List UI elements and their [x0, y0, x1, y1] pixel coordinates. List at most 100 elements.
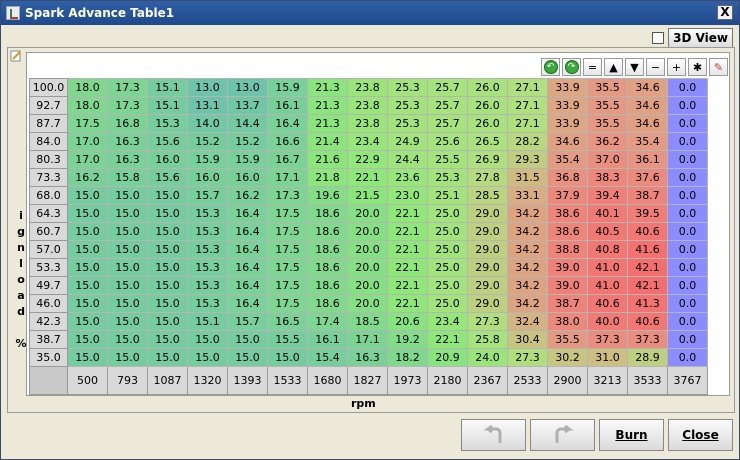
table-cell[interactable]: 18.5 — [347, 312, 388, 331]
table-cell[interactable]: 17.5 — [267, 258, 308, 277]
table-cell[interactable]: 19.2 — [387, 330, 428, 349]
table-cell[interactable]: 41.0 — [587, 276, 628, 295]
title-bar[interactable]: Spark Advance Table1 X — [1, 1, 739, 25]
table-cell[interactable]: 0.0 — [667, 240, 708, 259]
burn-button[interactable]: Burn — [599, 419, 664, 451]
table-cell[interactable]: 17.5 — [267, 240, 308, 259]
table-cell[interactable]: 13.0 — [227, 78, 268, 97]
table-cell[interactable]: 16.4 — [227, 222, 268, 241]
table-cell[interactable]: 27.3 — [507, 348, 548, 367]
table-cell[interactable]: 15.7 — [187, 186, 228, 205]
y-axis-bin[interactable]: 64.3 — [29, 204, 68, 223]
table-cell[interactable]: 25.0 — [427, 204, 468, 223]
table-cell[interactable]: 16.4 — [227, 258, 268, 277]
table-cell[interactable]: 34.2 — [507, 258, 548, 277]
table-cell[interactable]: 15.0 — [107, 258, 148, 277]
table-cell[interactable]: 21.3 — [307, 78, 348, 97]
table-cell[interactable]: 25.3 — [387, 78, 428, 97]
x-axis-bin[interactable]: 3767 — [667, 366, 708, 395]
table-cell[interactable]: 25.7 — [427, 78, 468, 97]
y-axis-bin[interactable]: 84.0 — [29, 132, 68, 151]
x-axis-bin[interactable]: 2367 — [467, 366, 508, 395]
color-edit-icon[interactable]: ✎ — [709, 58, 728, 76]
table-cell[interactable]: 15.3 — [187, 204, 228, 223]
table-cell[interactable]: 0.0 — [667, 330, 708, 349]
table-cell[interactable]: 20.6 — [387, 312, 428, 331]
table-cell[interactable]: 0.0 — [667, 294, 708, 313]
y-axis-bin[interactable]: 35.0 — [29, 348, 68, 367]
table-cell[interactable]: 15.6 — [147, 132, 188, 151]
table-cell[interactable]: 15.0 — [107, 330, 148, 349]
table-cell[interactable]: 14.4 — [227, 114, 268, 133]
table-cell[interactable]: 28.9 — [627, 348, 668, 367]
table-cell[interactable]: 20.0 — [347, 204, 388, 223]
table-cell[interactable]: 15.0 — [147, 276, 188, 295]
table-cell[interactable]: 0.0 — [667, 186, 708, 205]
table-cell[interactable]: 21.3 — [307, 114, 348, 133]
table-cell[interactable]: 0.0 — [667, 222, 708, 241]
table-cell[interactable]: 16.4 — [227, 204, 268, 223]
table-cell[interactable]: 23.6 — [387, 168, 428, 187]
table-cell[interactable]: 15.3 — [147, 114, 188, 133]
table-cell[interactable]: 36.8 — [547, 168, 588, 187]
table-cell[interactable]: 25.0 — [427, 276, 468, 295]
table-cell[interactable]: 15.0 — [107, 186, 148, 205]
table-cell[interactable]: 15.1 — [147, 96, 188, 115]
table-cell[interactable]: 0.0 — [667, 204, 708, 223]
close-window-button[interactable]: X — [717, 5, 733, 20]
table-cell[interactable]: 22.1 — [387, 258, 428, 277]
table-cell[interactable]: 26.5 — [467, 132, 508, 151]
table-cell[interactable]: 25.7 — [427, 96, 468, 115]
table-cell[interactable]: 15.2 — [187, 132, 228, 151]
table-cell[interactable]: 38.8 — [547, 240, 588, 259]
table-cell[interactable]: 18.6 — [307, 258, 348, 277]
table-cell[interactable]: 0.0 — [667, 78, 708, 97]
table-cell[interactable]: 38.3 — [587, 168, 628, 187]
table-cell[interactable]: 15.0 — [67, 348, 108, 367]
table-cell[interactable]: 15.0 — [107, 294, 148, 313]
table-cell[interactable]: 25.3 — [387, 96, 428, 115]
table-cell[interactable]: 17.5 — [267, 204, 308, 223]
table-cell[interactable]: 35.5 — [587, 114, 628, 133]
table-cell[interactable]: 17.3 — [107, 96, 148, 115]
table-cell[interactable]: 25.0 — [427, 222, 468, 241]
table-cell[interactable]: 29.0 — [467, 204, 508, 223]
table-cell[interactable]: 15.0 — [107, 276, 148, 295]
x-axis-bin[interactable]: 1087 — [147, 366, 188, 395]
table-cell[interactable]: 15.3 — [187, 222, 228, 241]
table-cell[interactable]: 26.0 — [467, 96, 508, 115]
table-cell[interactable]: 39.0 — [547, 276, 588, 295]
table-cell[interactable]: 38.7 — [547, 294, 588, 313]
table-cell[interactable]: 15.0 — [147, 222, 188, 241]
table-cell[interactable]: 27.3 — [467, 312, 508, 331]
table-cell[interactable]: 20.9 — [427, 348, 468, 367]
table-cell[interactable]: 15.0 — [147, 204, 188, 223]
table-cell[interactable]: 16.1 — [267, 96, 308, 115]
table-cell[interactable]: 21.8 — [307, 168, 348, 187]
table-cell[interactable]: 15.0 — [187, 330, 228, 349]
table-cell[interactable]: 22.1 — [387, 294, 428, 313]
table-cell[interactable]: 34.6 — [627, 78, 668, 97]
table-cell[interactable]: 25.1 — [427, 186, 468, 205]
table-cell[interactable]: 21.5 — [347, 186, 388, 205]
table-cell[interactable]: 20.0 — [347, 258, 388, 277]
undo-button[interactable] — [461, 419, 526, 451]
table-cell[interactable]: 34.2 — [507, 240, 548, 259]
table-cell[interactable]: 38.0 — [547, 312, 588, 331]
table-cell[interactable]: 15.4 — [307, 348, 348, 367]
table-cell[interactable]: 37.0 — [587, 150, 628, 169]
table-cell[interactable]: 0.0 — [667, 132, 708, 151]
y-axis-bin[interactable]: 68.0 — [29, 186, 68, 205]
table-cell[interactable]: 19.6 — [307, 186, 348, 205]
table-cell[interactable]: 15.0 — [67, 222, 108, 241]
table-cell[interactable]: 33.9 — [547, 114, 588, 133]
table-cell[interactable]: 23.8 — [347, 96, 388, 115]
y-axis-bin[interactable]: 73.3 — [29, 168, 68, 187]
table-cell[interactable]: 15.0 — [187, 348, 228, 367]
table-cell[interactable]: 41.6 — [627, 240, 668, 259]
multiply-icon[interactable]: ✱ — [688, 58, 707, 76]
table-cell[interactable]: 15.1 — [147, 78, 188, 97]
table-cell[interactable]: 27.8 — [467, 168, 508, 187]
table-cell[interactable]: 17.3 — [267, 186, 308, 205]
table-cell[interactable]: 26.0 — [467, 114, 508, 133]
